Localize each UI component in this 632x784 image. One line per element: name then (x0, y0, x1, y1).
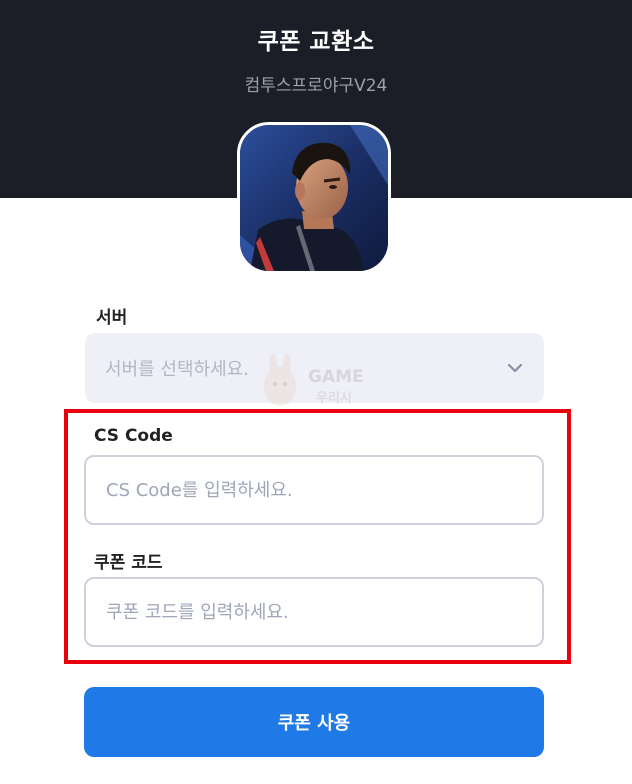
use-coupon-button[interactable]: 쿠폰 사용 (84, 687, 544, 757)
cs-code-input[interactable] (84, 455, 544, 525)
server-select-placeholder: 서버를 선택하세요. (105, 359, 249, 380)
server-select[interactable]: 서버를 선택하세요. (85, 333, 544, 403)
coupon-code-label: 쿠폰 코드 (94, 553, 163, 573)
game-name: 컴투스프로야구V24 (244, 76, 388, 96)
coupon-exchange-page: 쿠폰 교환소 컴투스프로야구V24 서버 서버를 선택하세요. GAME 우리시… (0, 0, 632, 784)
cs-code-label: CS Code (94, 426, 173, 446)
coupon-code-input[interactable] (84, 577, 544, 647)
chevron-down-icon (507, 363, 523, 373)
game-app-icon (237, 122, 391, 274)
server-label: 서버 (96, 308, 128, 328)
player-portrait-image (240, 125, 388, 271)
page-title: 쿠폰 교환소 (257, 29, 375, 55)
